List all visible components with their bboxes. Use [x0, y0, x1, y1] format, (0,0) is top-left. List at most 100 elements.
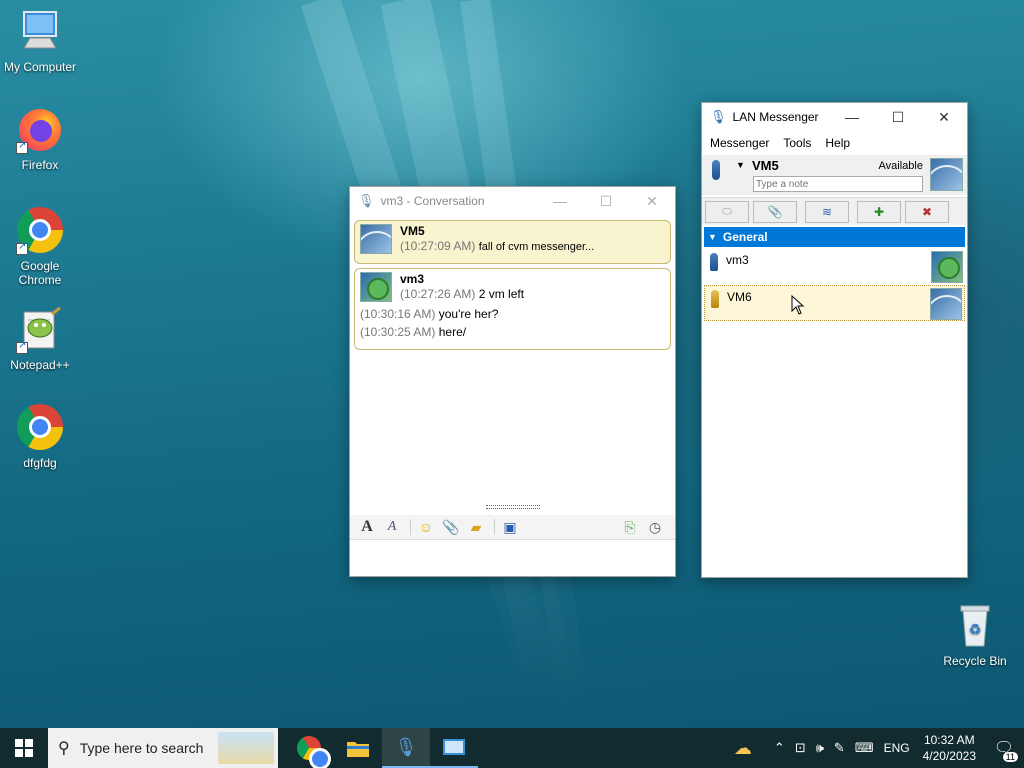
lan-messenger-app-icon: 🎙	[394, 736, 418, 757]
manage-group-button[interactable]: ✖	[905, 200, 949, 223]
message-line: (10:30:25 AM) here/	[355, 323, 670, 341]
taskbar-conversation[interactable]	[430, 728, 478, 768]
send-file-button[interactable]: 📎	[753, 200, 797, 223]
windows-icon	[15, 739, 33, 757]
broadcast-button[interactable]: ≋	[805, 200, 849, 223]
menu-tools[interactable]: Tools	[783, 136, 811, 150]
lan-messenger-titlebar[interactable]: 🎙 LAN Messenger — ☐ ✕	[702, 103, 967, 131]
font-icon[interactable]: A	[356, 517, 378, 537]
menu-help[interactable]: Help	[825, 136, 850, 150]
taskbar-chrome[interactable]	[284, 728, 334, 768]
clock[interactable]: 10:32 AM 4/20/2023	[915, 732, 984, 764]
add-group-button[interactable]: ✚	[857, 200, 901, 223]
notepad-plus-plus-icon	[16, 306, 64, 354]
expand-arrow-icon: ▼	[708, 232, 717, 242]
group-header[interactable]: ▼ General	[704, 227, 965, 247]
broadcast-icon[interactable]: ⎘	[619, 517, 641, 537]
contact-item-selected[interactable]: VM6	[704, 285, 965, 321]
message-line: (10:27:26 AM) 2 vm left	[400, 286, 524, 302]
conversation-window[interactable]: 🎙 vm3 - Conversation — ☐ ✕ VM5 (10:27:09…	[349, 186, 676, 577]
message-time: (10:27:09 AM)	[400, 239, 476, 253]
user-name: VM5	[752, 158, 779, 173]
pen-icon[interactable]: ✎	[829, 740, 850, 756]
user-status[interactable]: Available	[879, 160, 923, 172]
message-line: (10:27:09 AM) fall of cvm messenger...	[400, 238, 594, 254]
send-file-icon[interactable]: 📎	[440, 517, 462, 537]
close-button[interactable]: ✕	[629, 187, 675, 215]
desktop-icon-label: Notepad++	[10, 358, 70, 372]
chat-room-button[interactable]: ⬭	[705, 200, 749, 223]
close-button[interactable]: ✕	[921, 103, 967, 131]
search-highlight-image	[218, 732, 274, 764]
start-button[interactable]	[0, 728, 48, 768]
message-line: (10:30:16 AM) you're her?	[355, 305, 670, 323]
contact-avatar	[930, 288, 962, 320]
message-group-other: vm3 (10:27:26 AM) 2 vm left (10:30:16 AM…	[354, 268, 671, 350]
minimize-button[interactable]: —	[537, 187, 583, 215]
desktop-icon-firefox[interactable]: Firefox	[0, 106, 80, 172]
menu-bar: Messenger Tools Help	[702, 131, 967, 155]
lan-messenger-title: LAN Messenger	[732, 110, 819, 124]
message-sender: vm3	[400, 272, 425, 286]
contact-group[interactable]: ▼ General	[704, 227, 965, 247]
desktop-icon-dfgfdg[interactable]: dfgfdg	[0, 403, 80, 470]
desktop-icon-label: Recycle Bin	[943, 654, 1007, 668]
keyboard-icon[interactable]: ⌨	[850, 740, 879, 756]
firefox-icon	[16, 106, 64, 154]
history-icon[interactable]: ◷	[644, 517, 666, 537]
desktop-icon-label: Firefox	[21, 158, 59, 172]
window-icon	[443, 739, 465, 755]
conversation-titlebar[interactable]: 🎙 vm3 - Conversation — ☐ ✕	[350, 187, 675, 215]
contact-item[interactable]: vm3	[704, 249, 965, 285]
menu-messenger[interactable]: Messenger	[710, 136, 769, 150]
emoticon-icon[interactable]: ☺	[415, 517, 437, 537]
notification-count-badge: 11	[1002, 752, 1018, 762]
weather-icon[interactable]: ☁	[729, 738, 757, 759]
search-box[interactable]: ⚲ Type here to search	[48, 728, 278, 768]
clock-time: 10:32 AM	[923, 733, 975, 747]
user-avatar[interactable]	[930, 158, 963, 191]
message-time: (10:27:26 AM)	[400, 287, 476, 301]
contact-name: vm3	[726, 253, 749, 267]
monitor-icon	[16, 8, 64, 56]
volume-icon[interactable]: 🕪	[811, 740, 829, 756]
clock-date: 4/20/2023	[922, 749, 976, 763]
network-icon[interactable]: ⊡	[790, 740, 811, 756]
note-input[interactable]	[753, 176, 923, 192]
message-input[interactable]	[350, 539, 675, 576]
desktop-icon-google-chrome[interactable]: Google Chrome	[0, 206, 80, 287]
message-text: 2 vm left	[478, 287, 525, 301]
splitter-handle[interactable]	[350, 505, 675, 511]
desktop-icon-notepad-plus-plus[interactable]: Notepad++	[0, 306, 80, 372]
contact-avatar	[931, 251, 963, 283]
desktop-icon-recycle-bin[interactable]: ♻ Recycle Bin	[935, 602, 1015, 668]
taskbar-lan-messenger[interactable]: 🎙	[382, 728, 430, 768]
message-text: fall of cvm messenger...	[478, 241, 595, 253]
lan-messenger-window[interactable]: 🎙 LAN Messenger — ☐ ✕ Messenger Tools He…	[701, 102, 968, 578]
chrome-icon	[16, 207, 64, 255]
avatar	[360, 224, 392, 254]
chevron-up-icon[interactable]: ⌃	[769, 740, 790, 756]
avatar	[360, 272, 392, 302]
notification-center-button[interactable]: 🗨 11	[984, 728, 1024, 768]
conversation-toolbar: A A ☺ 📎 ▰ ▣ ⎘ ◷	[350, 515, 675, 539]
status-dropdown-arrow-icon[interactable]: ▼	[736, 160, 745, 170]
maximize-button[interactable]: ☐	[875, 103, 921, 131]
save-icon[interactable]: ▣	[499, 517, 521, 537]
chrome-icon	[297, 736, 331, 768]
send-folder-icon[interactable]: ▰	[465, 517, 487, 537]
font-color-icon[interactable]: A	[381, 517, 403, 537]
system-tray: ☁ ⌃ ⊡ 🕪 ✎ ⌨ ENG 10:32 AM 4/20/2023 🗨 11	[729, 728, 1024, 768]
desktop-icon-label: Google Chrome	[18, 259, 62, 287]
desktop-icon-my-computer[interactable]: My Computer	[0, 8, 80, 74]
language-indicator[interactable]: ENG	[879, 741, 915, 755]
mouse-cursor-icon	[791, 295, 805, 315]
message-group-self: VM5 (10:27:09 AM) fall of cvm messenger.…	[354, 220, 671, 264]
status-person-icon	[712, 160, 720, 180]
contact-name: VM6	[727, 290, 752, 304]
message-text: here/	[438, 325, 467, 339]
taskbar-file-explorer[interactable]	[334, 728, 382, 768]
maximize-button[interactable]: ☐	[583, 187, 629, 215]
minimize-button[interactable]: —	[829, 103, 875, 131]
status-person-icon	[710, 253, 718, 271]
